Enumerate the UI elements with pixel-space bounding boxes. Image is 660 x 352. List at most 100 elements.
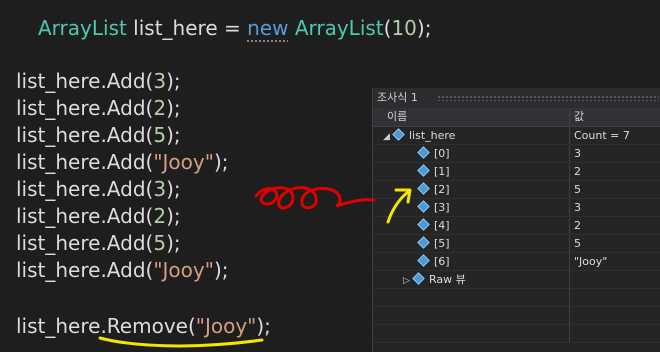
add-suffix: );: [166, 177, 181, 201]
row-name: [6]: [417, 253, 450, 270]
row-name: ▷ Raw 뷰: [403, 271, 466, 290]
remove-suffix: );: [256, 314, 271, 338]
row-name: [4]: [417, 217, 450, 234]
value-icon: [417, 164, 430, 177]
item-name: [4]: [434, 219, 450, 232]
code-line-add: list_here.Add("Jooy");: [16, 149, 228, 175]
expand-right-icon[interactable]: ▷: [403, 273, 413, 290]
watch-row-item[interactable]: [4] 2: [373, 217, 660, 235]
watch-row-empty[interactable]: [373, 325, 660, 343]
row-name: [2]: [417, 181, 450, 198]
add-arg: "Jooy": [153, 258, 214, 282]
add-arg: 2: [153, 204, 167, 228]
remove-arg: "Jooy": [195, 314, 257, 338]
watch-row-item[interactable]: [5] 5: [373, 235, 660, 253]
add-call: list_here.Add(: [16, 96, 154, 120]
item-value: 5: [574, 237, 581, 250]
watch-row-empty[interactable]: [373, 307, 660, 325]
add-suffix: );: [213, 150, 229, 174]
add-arg: 3: [153, 69, 167, 93]
add-call: list_here.Add(: [16, 69, 154, 93]
watch-title-bar[interactable]: 조사식 1: [373, 88, 660, 108]
watch-row-item[interactable]: [2] 5: [373, 181, 660, 199]
add-suffix: );: [166, 123, 181, 147]
object-icon: [412, 272, 425, 285]
add-suffix: );: [166, 231, 181, 255]
item-value: 5: [574, 183, 581, 196]
column-name-header[interactable]: 이름: [387, 108, 407, 126]
object-icon: [392, 128, 405, 141]
value-icon: [417, 254, 430, 267]
yellow-underline-annotation: [98, 336, 264, 348]
watch-row-item[interactable]: [3] 3: [373, 199, 660, 217]
code-line-remove: list_here.Remove("Jooy");: [16, 313, 271, 339]
ctor-name: ArrayList: [294, 16, 384, 40]
add-call: list_here.Add(: [16, 150, 154, 174]
value-icon: [417, 182, 430, 195]
code-line-add: list_here.Add(5);: [16, 122, 181, 148]
add-call: list_here.Add(: [16, 177, 154, 201]
add-arg: 2: [153, 96, 167, 120]
add-call: list_here.Add(: [16, 231, 154, 255]
add-call: list_here.Add(: [16, 204, 154, 228]
item-value: 2: [574, 165, 581, 178]
keyword-new: new: [247, 16, 289, 40]
row-name: [0]: [417, 145, 450, 162]
watch-row-item[interactable]: [6] "Jooy": [373, 253, 660, 271]
code-line-add: list_here.Add(3);: [16, 176, 181, 202]
item-name: [6]: [434, 255, 450, 268]
watch-row-raw[interactable]: ▷ Raw 뷰: [373, 271, 660, 289]
watch-window[interactable]: 조사식 1 이름 값 ◢ list_here Count = 7 [0] 3 [1] 2…: [372, 88, 660, 352]
column-value-header[interactable]: 값: [574, 108, 584, 126]
add-arg: "Jooy": [153, 150, 214, 174]
watch-column-header: 이름 값: [373, 108, 660, 127]
expand-down-icon[interactable]: ◢: [383, 129, 393, 146]
row-name: [3]: [417, 199, 450, 216]
type-name: ArrayList: [38, 16, 127, 40]
drag-grip[interactable]: [437, 95, 659, 101]
red-scribble-annotation: [254, 186, 376, 210]
watch-row-item[interactable]: [1] 2: [373, 163, 660, 181]
item-name: [3]: [434, 201, 450, 214]
item-name: [1]: [434, 165, 450, 178]
code-line-add: list_here.Add(3);: [16, 68, 181, 94]
code-line-declaration: ArrayList list_here = new ArrayList(10);: [38, 15, 431, 41]
var-decl: list_here =: [126, 16, 248, 40]
add-suffix: );: [166, 204, 181, 228]
remove-call: list_here.Remove(: [16, 314, 196, 338]
code-line-add: list_here.Add(2);: [16, 203, 181, 229]
capacity-number: 10: [391, 16, 417, 40]
watch-title: 조사식 1: [377, 91, 418, 104]
code-line-add: list_here.Add("Jooy");: [16, 257, 228, 283]
code-line-add: list_here.Add(2);: [16, 95, 181, 121]
row-name: [1]: [417, 163, 450, 180]
watch-row-root[interactable]: ◢ list_here Count = 7: [373, 127, 660, 145]
add-call: list_here.Add(: [16, 258, 154, 282]
watch-row-empty[interactable]: [373, 289, 660, 307]
row-name: ◢ list_here: [383, 127, 455, 146]
add-suffix: );: [166, 69, 181, 93]
item-value: 2: [574, 219, 581, 232]
code-line-add: list_here.Add(5);: [16, 230, 181, 256]
watch-row-item[interactable]: [0] 3: [373, 145, 660, 163]
add-suffix: );: [166, 96, 181, 120]
item-value: 3: [574, 201, 581, 214]
value-icon: [417, 236, 430, 249]
value-icon: [417, 218, 430, 231]
add-arg: 3: [153, 177, 167, 201]
add-arg: 5: [153, 231, 167, 255]
add-call: list_here.Add(: [16, 123, 154, 147]
value-icon: [417, 146, 430, 159]
add-arg: 5: [153, 123, 167, 147]
column-splitter[interactable]: [569, 108, 570, 126]
item-name: [0]: [434, 147, 450, 160]
row-name: [5]: [417, 235, 450, 252]
item-value: 3: [574, 147, 581, 160]
item-value: "Jooy": [574, 255, 608, 268]
raw-view-name: Raw 뷰: [429, 273, 466, 286]
paren-close: );: [416, 16, 432, 40]
item-name: [5]: [434, 237, 450, 250]
value-icon: [417, 200, 430, 213]
add-suffix: );: [213, 258, 229, 282]
root-name: list_here: [409, 129, 456, 142]
